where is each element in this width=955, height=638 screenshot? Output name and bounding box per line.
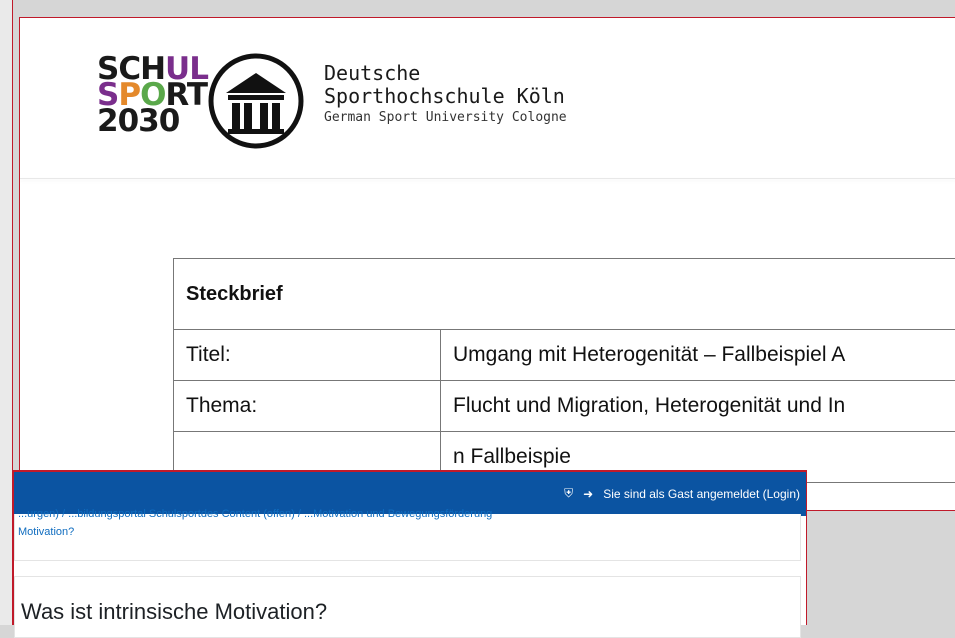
university-name: Deutsche Sporthochschule Köln German Spo… bbox=[324, 62, 567, 128]
table-row: Titel: Umgang mit Heterogenität – Fallbe… bbox=[174, 330, 955, 381]
login-link[interactable]: Sie sind als Gast angemeldet (Login) bbox=[603, 487, 800, 501]
table-cell-value: Umgang mit Heterogenität – Fallbeispiel … bbox=[441, 330, 955, 381]
table-cell-value: Flucht und Migration, Heterogenität und … bbox=[441, 381, 955, 432]
table-row: Steckbrief bbox=[174, 259, 955, 330]
breadcrumb[interactable]: ...urgen) / ...bildungsportal Schulsport… bbox=[18, 508, 618, 520]
schulsport-2030-logo: SCHUL SPORT 2030 bbox=[97, 56, 217, 156]
university-seal-icon bbox=[208, 53, 304, 149]
steckbrief-heading: Steckbrief bbox=[174, 259, 955, 330]
university-name-line1: Deutsche bbox=[324, 62, 567, 85]
university-name-line2: Sporthochschule Köln bbox=[324, 85, 567, 108]
table-row: Thema: Flucht und Migration, Heterogenit… bbox=[174, 381, 955, 432]
page-header-card: Was ist intrinsische Motivation? bbox=[14, 576, 801, 638]
table-cell-label: Titel: bbox=[174, 330, 441, 381]
navbar-user-area: ⛨ ➜ Sie sind als Gast angemeldet (Login) bbox=[564, 486, 800, 501]
page-title: Was ist intrinsische Motivation? bbox=[21, 599, 327, 625]
home-icon[interactable]: ⛨ bbox=[564, 486, 573, 501]
document-preview: SCHUL SPORT 2030 Deutsche Sporthochschul… bbox=[19, 17, 955, 511]
moodle-page-overlay: ⛨ ➜ Sie sind als Gast angemeldet (Login)… bbox=[13, 470, 807, 625]
steckbrief-table: Steckbrief Titel: Umgang mit Heterogenit… bbox=[173, 258, 955, 483]
table-cell-label: Thema: bbox=[174, 381, 441, 432]
breadcrumb-current[interactable]: Motivation? bbox=[18, 526, 74, 538]
breadcrumb-card: ...urgen) / ...bildungsportal Schulsport… bbox=[14, 514, 801, 561]
document-header-divider bbox=[20, 178, 955, 179]
university-name-english: German Sport University Cologne bbox=[324, 108, 567, 128]
left-edge-strip bbox=[0, 0, 12, 625]
sign-in-icon[interactable]: ➜ bbox=[583, 487, 593, 501]
